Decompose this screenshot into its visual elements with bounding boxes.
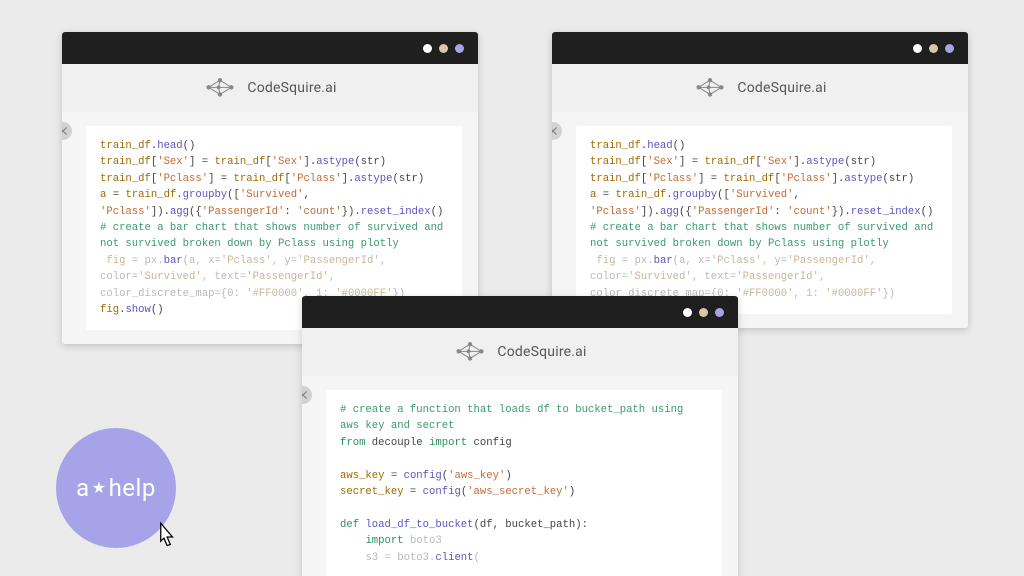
brand-bar: CodeSquire.ai xyxy=(62,64,478,112)
window-dot-min-icon[interactable] xyxy=(699,308,708,317)
window-dot-max-icon[interactable] xyxy=(715,308,724,317)
window-dot-close-icon[interactable] xyxy=(423,44,432,53)
window-dot-min-icon[interactable] xyxy=(439,44,448,53)
editor-window-2: CodeSquire.ai train_df.head() train_df['… xyxy=(552,32,968,328)
cell-close-icon[interactable] xyxy=(62,122,72,140)
editor-window-3: CodeSquire.ai # create a function that l… xyxy=(302,296,738,576)
codesquire-logo-icon xyxy=(693,76,727,100)
window-titlebar xyxy=(552,32,968,64)
window-dot-max-icon[interactable] xyxy=(455,44,464,53)
cell-close-icon[interactable] xyxy=(302,386,312,404)
badge-left-text: a xyxy=(76,474,90,502)
window-dot-close-icon[interactable] xyxy=(913,44,922,53)
window-titlebar xyxy=(302,296,738,328)
ahelp-badge[interactable]: a ★ help xyxy=(56,428,176,548)
brand-label: CodeSquire.ai xyxy=(247,80,336,96)
codesquire-logo-icon xyxy=(453,340,487,364)
brand-label: CodeSquire.ai xyxy=(497,344,586,360)
code-area: # create a function that loads df to buc… xyxy=(302,376,738,576)
cell-close-icon[interactable] xyxy=(552,122,562,140)
code-pane[interactable]: train_df.head() train_df['Sex'] = train_… xyxy=(576,126,952,314)
brand-bar: CodeSquire.ai xyxy=(552,64,968,112)
pointer-cursor-icon xyxy=(148,520,182,554)
badge-right-text: help xyxy=(109,474,156,502)
code-pane[interactable]: # create a function that loads df to buc… xyxy=(326,390,722,576)
window-dot-close-icon[interactable] xyxy=(683,308,692,317)
codesquire-logo-icon xyxy=(203,76,237,100)
brand-label: CodeSquire.ai xyxy=(737,80,826,96)
window-dot-min-icon[interactable] xyxy=(929,44,938,53)
star-icon: ★ xyxy=(92,478,107,497)
window-dot-max-icon[interactable] xyxy=(945,44,954,53)
brand-bar: CodeSquire.ai xyxy=(302,328,738,376)
window-titlebar xyxy=(62,32,478,64)
